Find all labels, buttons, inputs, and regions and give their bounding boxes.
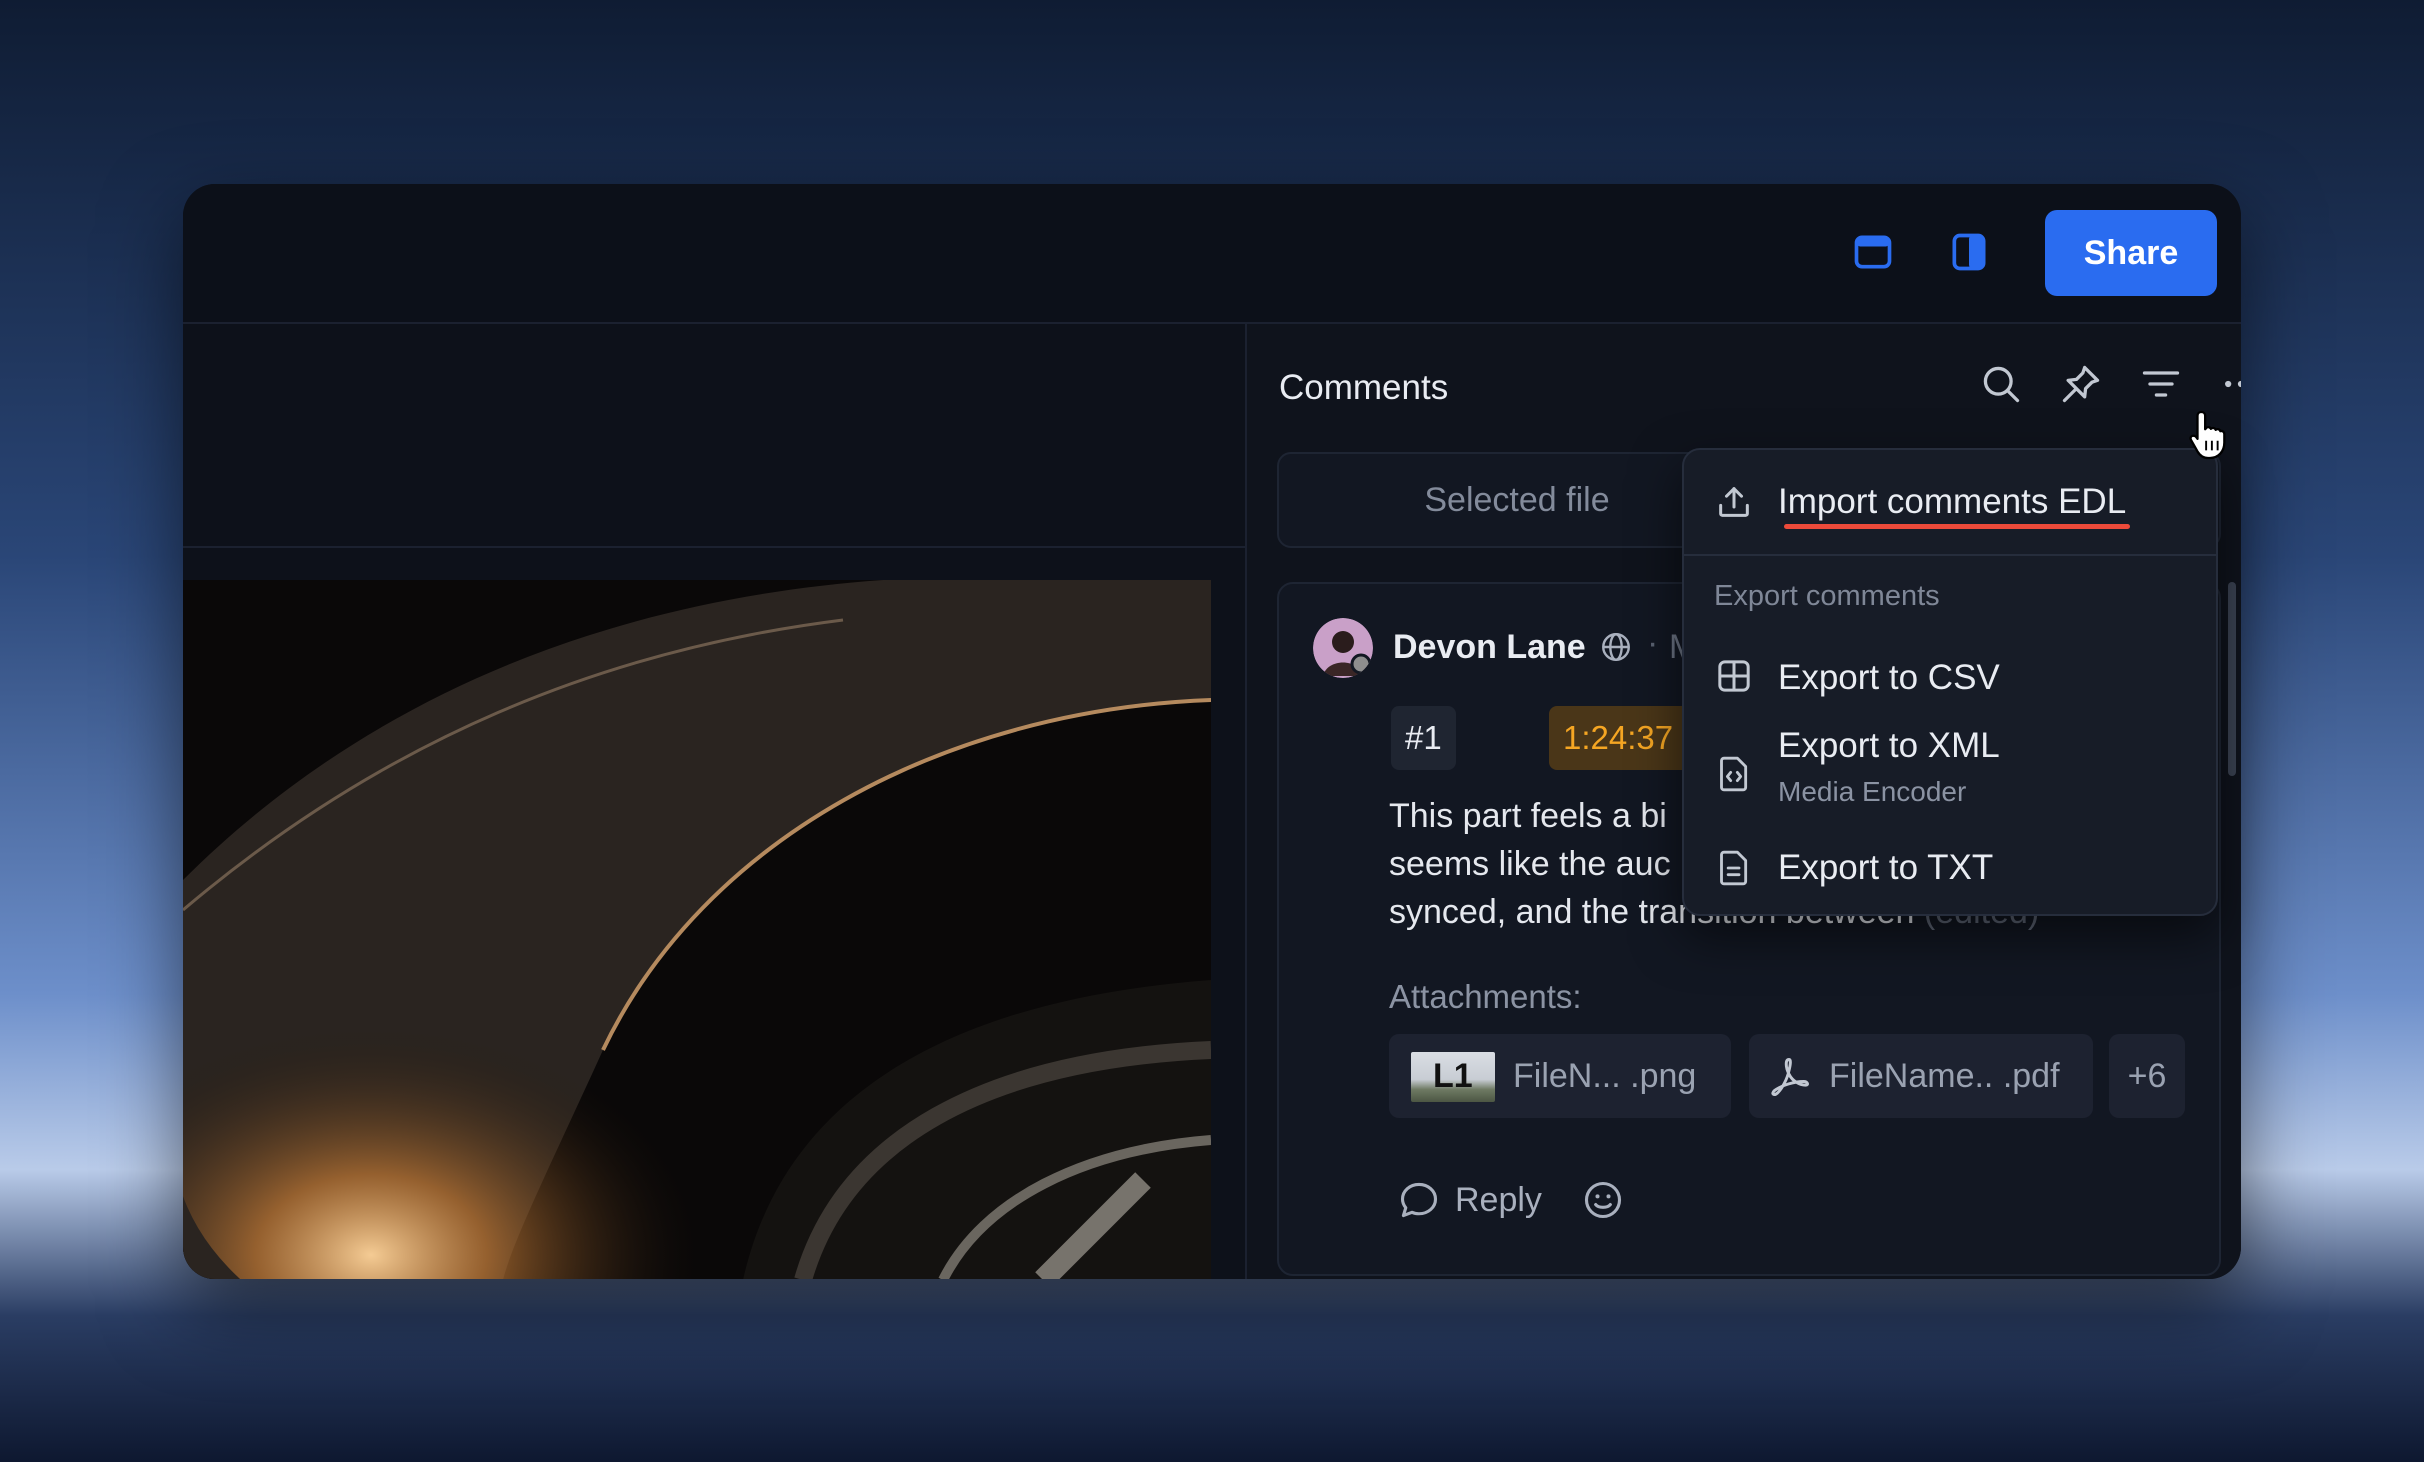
comments-scrollbar[interactable] bbox=[2228, 582, 2236, 776]
attachment-name: FileN... .png bbox=[1513, 1057, 1697, 1095]
pin-icon[interactable] bbox=[2059, 362, 2103, 406]
export-xml-sublabel: Media Encoder bbox=[1778, 776, 1967, 807]
car-frame-image bbox=[183, 580, 1211, 1279]
comments-title: Comments bbox=[1279, 368, 1449, 407]
menu-separator bbox=[1684, 554, 2216, 556]
export-xml-label: Export to XML bbox=[1778, 726, 2000, 765]
code-file-icon bbox=[1720, 756, 1748, 792]
attachment-thumbnail: L1 bbox=[1411, 1052, 1495, 1102]
avatar[interactable] bbox=[1313, 618, 1373, 678]
viewer-header bbox=[183, 324, 1245, 548]
video-frame[interactable] bbox=[183, 580, 1211, 1279]
export-txt-label: Export to TXT bbox=[1778, 848, 1994, 887]
layout-single-icon[interactable] bbox=[1851, 230, 1895, 274]
more-attachments-button[interactable]: +6 bbox=[2109, 1034, 2185, 1118]
emoji-icon[interactable] bbox=[1581, 1178, 1625, 1222]
attachment-png[interactable]: L1 FileN... .png bbox=[1389, 1034, 1731, 1118]
upload-icon bbox=[1719, 487, 1749, 517]
import-comments-edl-item[interactable]: Import comments EDL bbox=[1684, 450, 2216, 554]
filter-icon[interactable] bbox=[2139, 362, 2183, 406]
more-icon[interactable] bbox=[2219, 362, 2241, 406]
globe-icon bbox=[1602, 633, 1630, 661]
share-button[interactable]: Share bbox=[2045, 210, 2217, 296]
pdf-icon bbox=[1771, 1058, 1809, 1096]
text-file-icon bbox=[1720, 850, 1748, 886]
attachment-pdf[interactable]: FileName.. .pdf bbox=[1749, 1034, 2093, 1118]
export-csv-item[interactable]: Export to CSV bbox=[1684, 636, 2216, 720]
video-viewer bbox=[183, 324, 1245, 1279]
speech-bubble-icon bbox=[1400, 1182, 1438, 1218]
top-bar: Share bbox=[183, 184, 2241, 324]
search-icon[interactable] bbox=[1979, 362, 2023, 406]
export-xml-item[interactable]: Export to XML Media Encoder bbox=[1684, 720, 2216, 828]
import-label: Import comments EDL bbox=[1778, 482, 2127, 521]
comment-author[interactable]: Devon Lane bbox=[1393, 628, 1586, 667]
comment-number: #1 bbox=[1391, 706, 1456, 770]
export-txt-item[interactable]: Export to TXT bbox=[1684, 828, 2216, 912]
attachment-name: FileName.. .pdf bbox=[1829, 1057, 2060, 1095]
grid-icon bbox=[1718, 660, 1750, 692]
meta-separator: · bbox=[1647, 624, 1659, 662]
thumbnail-text: L1 bbox=[1433, 1057, 1473, 1095]
highlight-underline bbox=[1784, 524, 2130, 529]
hand-cursor-icon bbox=[2189, 410, 2226, 460]
attachments-label: Attachments: bbox=[1389, 978, 1582, 1015]
export-section-label: Export comments bbox=[1714, 580, 1940, 612]
layout-split-icon[interactable] bbox=[1947, 230, 1991, 274]
reply-label: Reply bbox=[1455, 1181, 1542, 1219]
comments-options-menu: Import comments EDL Export comments Expo… bbox=[1682, 448, 2218, 916]
export-csv-label: Export to CSV bbox=[1778, 658, 2000, 697]
